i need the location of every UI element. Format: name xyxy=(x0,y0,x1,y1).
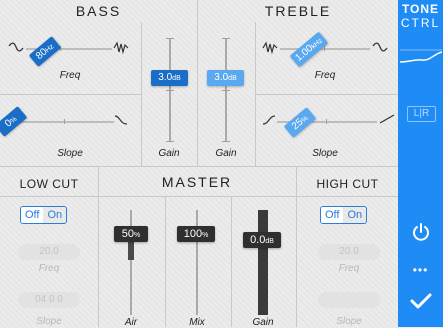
master-gain-label: Gain xyxy=(252,317,274,328)
more-options-icon[interactable]: ••• xyxy=(398,263,443,277)
low-cut-slope-control[interactable]: 04 0 0 xyxy=(18,292,80,308)
low-cut-on-option[interactable]: On xyxy=(43,207,66,223)
bass-freq-label: Freq xyxy=(59,70,81,81)
high-cut-slope-control[interactable] xyxy=(318,292,380,308)
sidebar-title-line2: CTRL xyxy=(400,16,441,30)
treble-freq-left-wave-icon xyxy=(262,41,278,55)
high-cut-freq-control[interactable]: 20.0 xyxy=(318,244,380,260)
high-cut-freq-label: Freq xyxy=(338,263,360,274)
low-cut-freq-control[interactable]: 20.0 xyxy=(18,244,80,260)
bass-gain-unit: dB xyxy=(172,75,181,82)
low-cut-slope-value: 04 0 0 xyxy=(35,294,63,305)
treble-gain-label: Gain xyxy=(215,148,237,159)
high-cut-on-option[interactable]: On xyxy=(343,207,366,223)
low-cut-slope-label: Slope xyxy=(36,316,62,327)
air-label: Air xyxy=(124,317,138,328)
treble-gain-tick-top xyxy=(222,38,230,39)
mix-unit: % xyxy=(202,232,209,239)
mix-knob[interactable]: 100% xyxy=(177,226,215,242)
air-mix-divider xyxy=(165,196,166,327)
high-cut-title: HIGH CUT xyxy=(316,177,379,191)
air-knob[interactable]: 50% xyxy=(114,226,148,242)
high-cut-freq-value: 20.0 xyxy=(339,246,359,257)
bass-gain-tick-top xyxy=(166,38,174,39)
mix-label: Mix xyxy=(189,317,205,328)
treble-title: TREBLE xyxy=(264,3,332,19)
sidebar-title-line1: TONE xyxy=(401,2,440,16)
high-cut-toggle[interactable]: Off On xyxy=(320,206,368,224)
bass-freq-slope-divider xyxy=(0,94,141,95)
low-cut-off-option[interactable]: Off xyxy=(21,207,44,223)
high-cut-off-option[interactable]: Off xyxy=(321,207,344,223)
bass-gain-value: 3.0 xyxy=(158,72,173,83)
lowcut-master-divider xyxy=(98,167,99,327)
treble-slope-label: Slope xyxy=(312,148,338,159)
bass-gain-tick-bottom xyxy=(166,141,174,142)
master-highcut-divider xyxy=(296,167,297,327)
low-shelf-curve-icon xyxy=(8,42,24,52)
bass-gain-tick-mid xyxy=(166,90,174,91)
master-gain-value: 0.0 xyxy=(250,234,266,246)
mix-value: 100 xyxy=(183,228,203,240)
mix-gain-divider xyxy=(231,196,232,327)
bass-title: BASS xyxy=(75,3,122,19)
treble-freq-track[interactable] xyxy=(280,48,370,50)
lr-button[interactable]: L|R xyxy=(407,106,436,122)
treble-gain-unit: dB xyxy=(228,75,237,82)
bass-gain-label: Gain xyxy=(158,148,180,159)
bass-slope-right-icon xyxy=(114,115,128,125)
air-value: 50 xyxy=(121,228,134,240)
air-fill xyxy=(128,240,134,260)
high-cut-slope-label: Slope xyxy=(336,316,362,327)
treble-slope-left-icon xyxy=(262,115,276,125)
bass-gain-knob[interactable]: 3.0dB xyxy=(151,70,188,86)
bass-gain-divider xyxy=(141,22,142,167)
treble-freq-center-tick xyxy=(324,46,325,51)
top-bottom-divider xyxy=(0,166,398,167)
eq-curve-preview-icon[interactable] xyxy=(400,40,442,70)
treble-slope-center-tick xyxy=(326,119,327,124)
high-shelf-curve-icon xyxy=(372,42,388,52)
air-unit: % xyxy=(134,232,141,239)
low-cut-toggle[interactable]: Off On xyxy=(20,206,68,224)
bass-slope-center-tick xyxy=(64,119,65,124)
bass-slope-label: Slope xyxy=(57,148,83,159)
power-icon[interactable] xyxy=(411,222,431,242)
bass-treble-divider xyxy=(197,0,198,167)
master-title: MASTER xyxy=(161,174,233,190)
low-cut-freq-value: 20.0 xyxy=(39,246,59,257)
treble-freq-label: Freq xyxy=(314,70,336,81)
treble-slope-right-icon xyxy=(379,114,395,124)
treble-gain-value: 3.0 xyxy=(214,72,229,83)
low-cut-freq-label: Freq xyxy=(38,263,60,274)
bottom-header-divider xyxy=(0,196,398,197)
low-cut-title: LOW CUT xyxy=(19,177,79,191)
treble-gain-tick-mid xyxy=(222,90,230,91)
master-gain-unit: dB xyxy=(265,238,274,245)
treble-gain-knob[interactable]: 3.0dB xyxy=(207,70,244,86)
master-gain-knob[interactable]: 0.0dB xyxy=(243,232,281,248)
treble-gain-tick-bottom xyxy=(222,141,230,142)
master-gain-meter[interactable] xyxy=(258,210,268,315)
wave-curve-icon xyxy=(113,41,129,55)
checkmark-icon[interactable] xyxy=(410,292,432,310)
treble-freq-slope-divider xyxy=(255,94,398,95)
